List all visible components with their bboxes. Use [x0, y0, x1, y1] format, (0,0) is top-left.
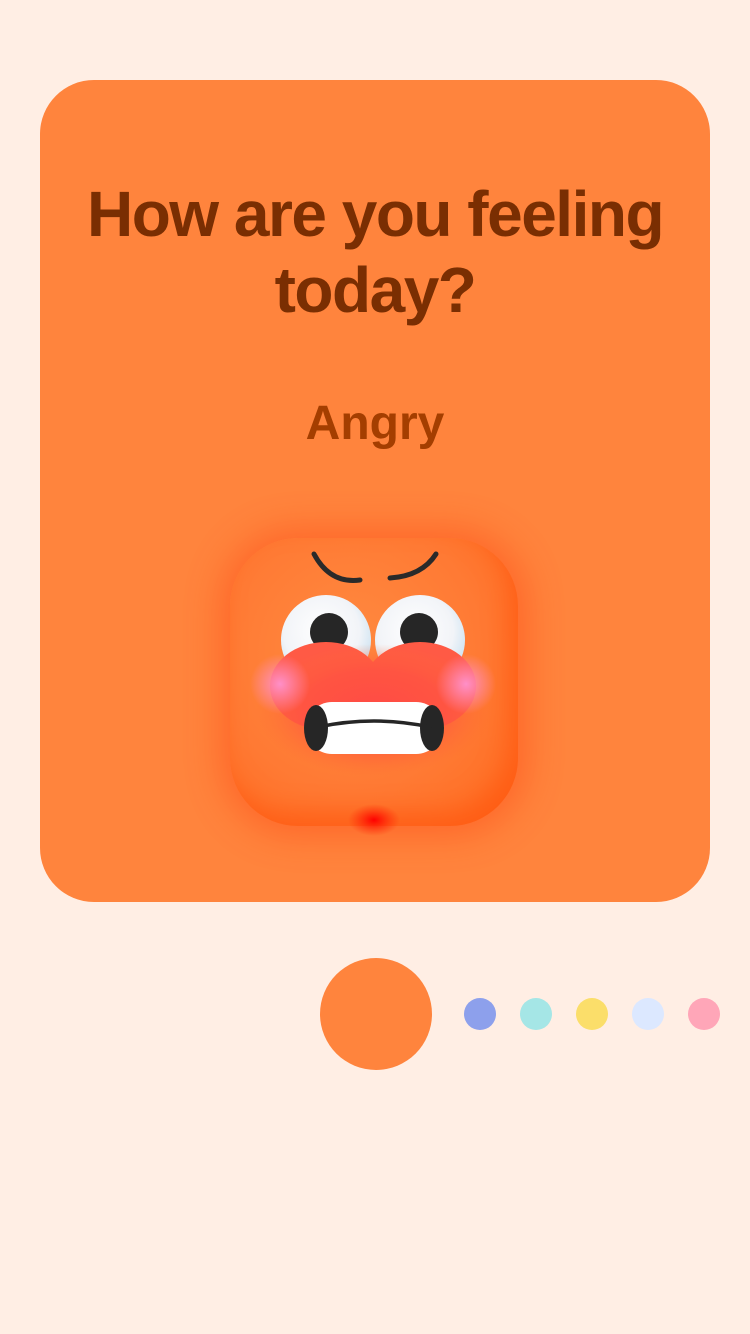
right-blush [436, 654, 496, 714]
mood-label: Angry [305, 397, 445, 450]
left-blush [250, 654, 310, 714]
angry-face-icon [230, 538, 518, 836]
right-eyebrow [387, 551, 439, 581]
pager-dot-2[interactable] [464, 998, 496, 1030]
page-title: How are you feeling today? [86, 178, 665, 326]
pager-dot-3[interactable] [520, 998, 552, 1030]
mouth [304, 702, 444, 754]
left-eyebrow [311, 551, 363, 583]
pager-dot-6[interactable] [688, 998, 720, 1030]
mood-card: How are you feeling today? Angry [40, 80, 710, 902]
mood-pager [0, 958, 750, 1070]
pager-dot-4[interactable] [576, 998, 608, 1030]
pager-dot-5[interactable] [632, 998, 664, 1030]
pager-dot-1[interactable] [320, 958, 432, 1070]
